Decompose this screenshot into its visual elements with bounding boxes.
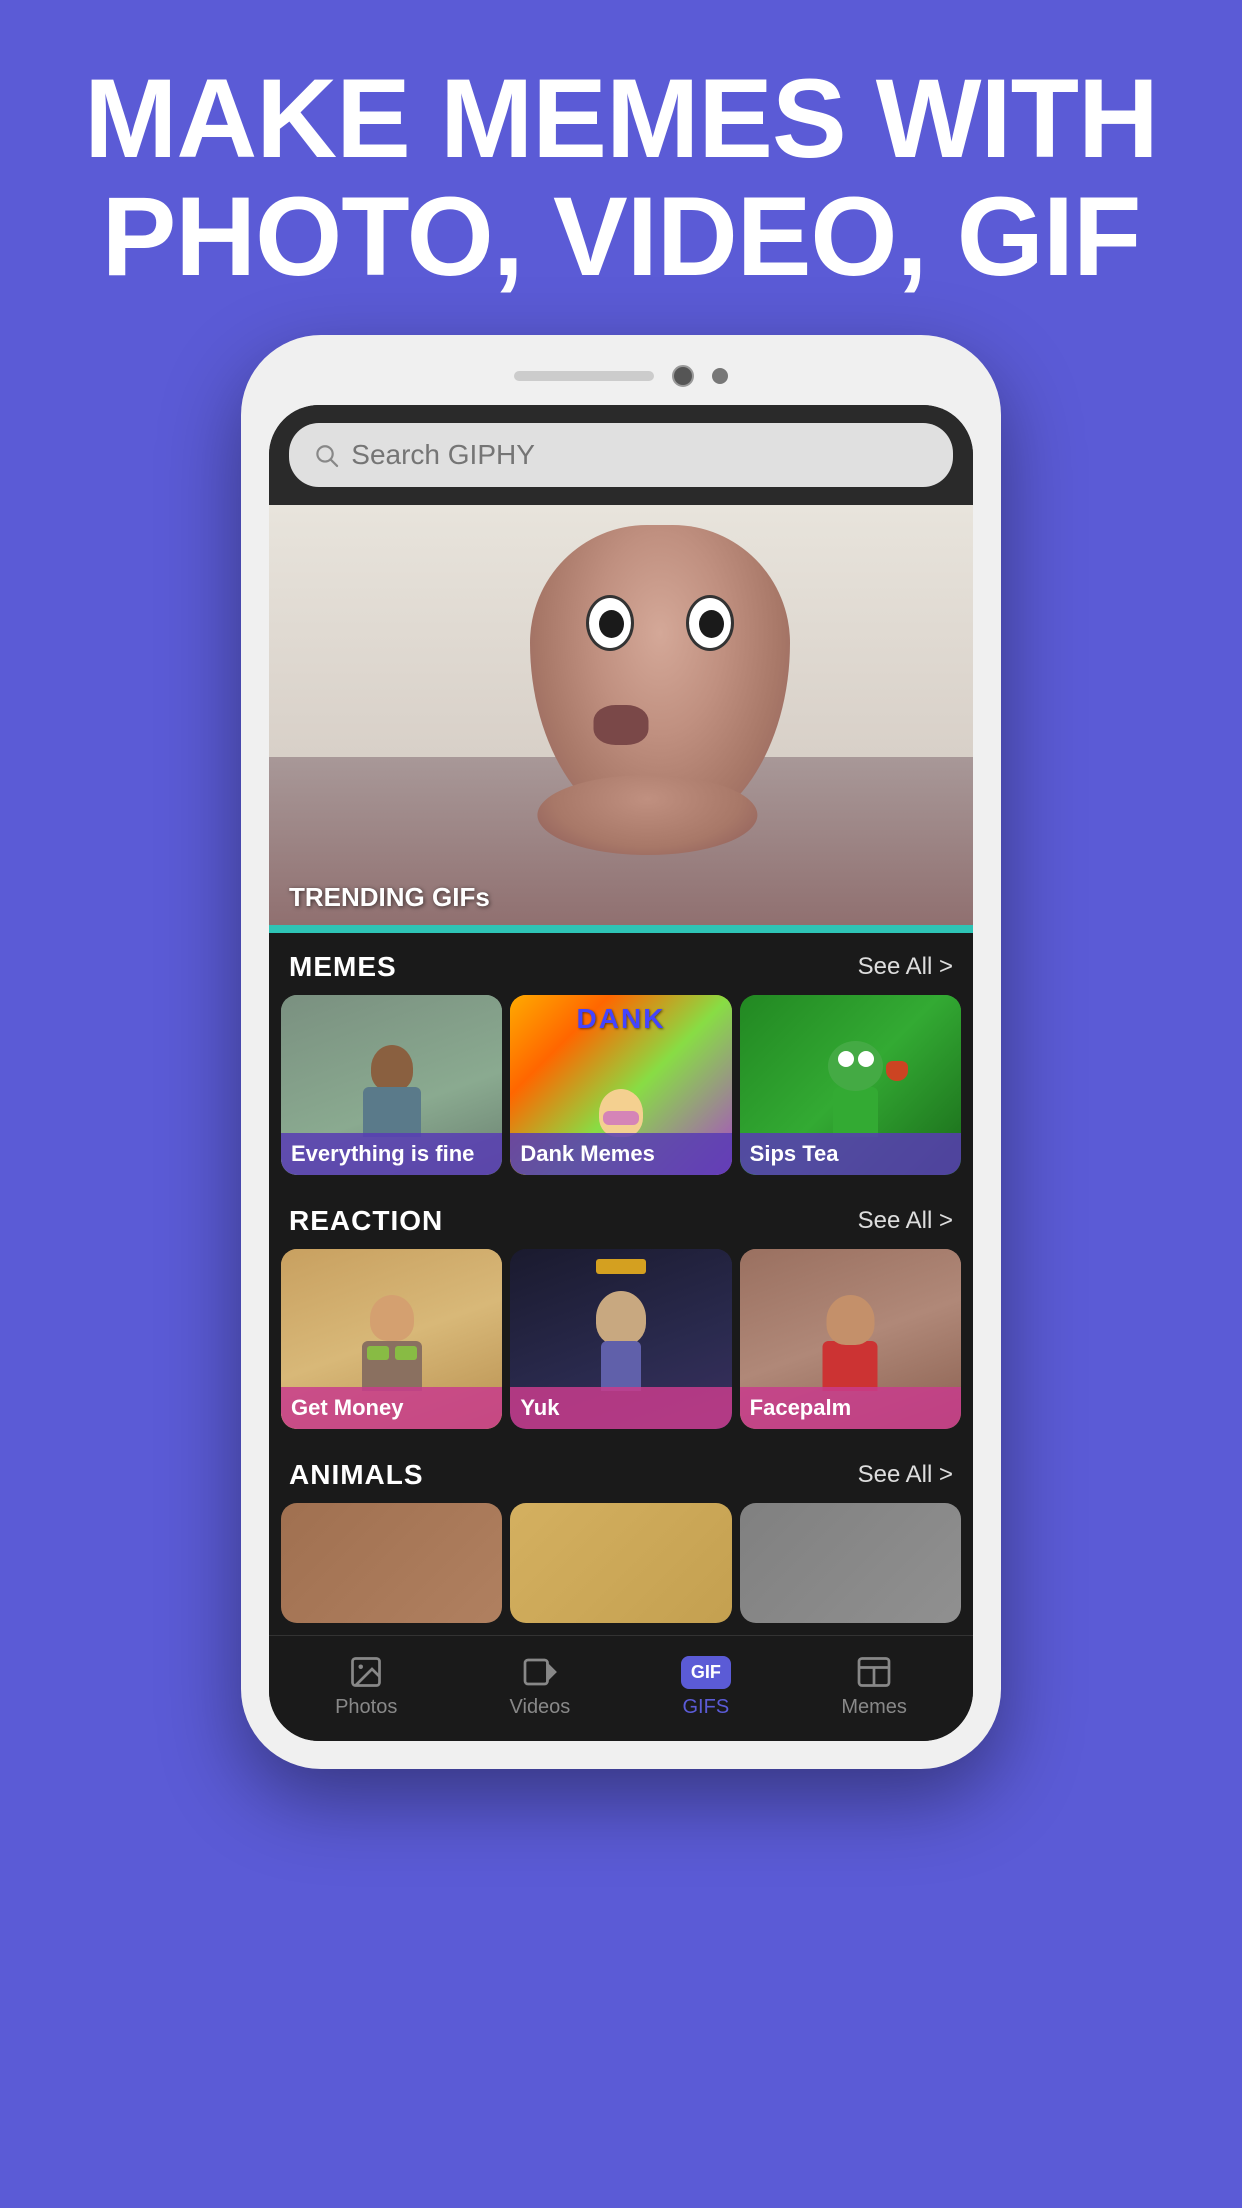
bottom-nav: Photos Videos GIF xyxy=(269,1635,973,1741)
front-sensor xyxy=(712,368,728,384)
nav-videos-label: Videos xyxy=(510,1696,571,1719)
nav-memes-label: Memes xyxy=(841,1696,907,1719)
reaction-grid: Get Money Yuk xyxy=(269,1249,973,1441)
headline-line2: PHOTO, VIDEO, GIF xyxy=(60,178,1182,296)
meme-card-dank-label: Dank Memes xyxy=(510,1133,731,1175)
meme-card-sips[interactable]: Sips Tea xyxy=(740,995,961,1175)
reaction-card-yuk[interactable]: Yuk xyxy=(510,1249,731,1429)
headline-line1: MAKE MEMES WITH xyxy=(60,60,1182,178)
search-bar[interactable] xyxy=(289,423,953,487)
trending-label: TRENDING GIFs xyxy=(289,882,490,913)
nav-photos-label: Photos xyxy=(335,1696,397,1719)
trending-bar xyxy=(269,925,973,933)
nav-memes[interactable]: Memes xyxy=(841,1654,907,1719)
animals-section-header: ANIMALS See All > xyxy=(269,1441,973,1503)
reaction-card-facepalm[interactable]: Facepalm xyxy=(740,1249,961,1429)
reaction-card-facepalm-label: Facepalm xyxy=(740,1387,961,1429)
videos-icon xyxy=(518,1654,562,1690)
search-icon xyxy=(313,441,339,469)
memes-nav-icon xyxy=(852,1654,896,1690)
memes-see-all[interactable]: See All > xyxy=(858,953,953,981)
nav-gifs-label: GIFS xyxy=(682,1696,729,1719)
phone-top-bar xyxy=(269,365,973,387)
gif-icon: GIF xyxy=(684,1654,728,1690)
animals-see-all[interactable]: See All > xyxy=(858,1461,953,1489)
meme-card-fine-label: Everything is fine xyxy=(281,1133,502,1175)
trending-gif-section[interactable]: TRENDING GIFs xyxy=(269,505,973,933)
animals-grid xyxy=(269,1503,973,1635)
trending-gif-image: TRENDING GIFs xyxy=(269,505,973,925)
reaction-see-all[interactable]: See All > xyxy=(858,1207,953,1235)
animals-card-3[interactable] xyxy=(740,1503,961,1623)
search-input[interactable] xyxy=(351,439,929,471)
dank-text-overlay: DANK xyxy=(510,1003,731,1035)
reaction-section-header: REACTION See All > xyxy=(269,1187,973,1249)
photos-icon xyxy=(344,1654,388,1690)
nav-gifs[interactable]: GIF GIFS xyxy=(682,1654,729,1719)
gif-badge: GIF xyxy=(681,1656,731,1689)
meme-card-sips-label: Sips Tea xyxy=(740,1133,961,1175)
meme-card-fine[interactable]: Everything is fine xyxy=(281,995,502,1175)
meme-card-dank[interactable]: DANK Dank Memes xyxy=(510,995,731,1175)
nav-photos[interactable]: Photos xyxy=(335,1654,397,1719)
memes-section-header: MEMES See All > xyxy=(269,933,973,995)
phone-screen: TRENDING GIFs MEMES See All > xyxy=(269,405,973,1741)
memes-title: MEMES xyxy=(289,951,397,983)
front-camera xyxy=(672,365,694,387)
nav-videos[interactable]: Videos xyxy=(510,1654,571,1719)
reaction-card-money-label: Get Money xyxy=(281,1387,502,1429)
animals-card-2[interactable] xyxy=(510,1503,731,1623)
reaction-card-money[interactable]: Get Money xyxy=(281,1249,502,1429)
reaction-card-yuk-label: Yuk xyxy=(510,1387,731,1429)
animals-card-1[interactable] xyxy=(281,1503,502,1623)
app-headline: MAKE MEMES WITH PHOTO, VIDEO, GIF xyxy=(0,0,1242,335)
animals-title: ANIMALS xyxy=(289,1459,424,1491)
phone-shell: TRENDING GIFs MEMES See All > xyxy=(241,335,1001,1769)
reaction-title: REACTION xyxy=(289,1205,443,1237)
search-container xyxy=(269,405,973,505)
memes-grid: Everything is fine DANK Dank Memes xyxy=(269,995,973,1187)
speaker-bar xyxy=(514,371,654,381)
phone-mockup: TRENDING GIFs MEMES See All > xyxy=(241,335,1001,1769)
